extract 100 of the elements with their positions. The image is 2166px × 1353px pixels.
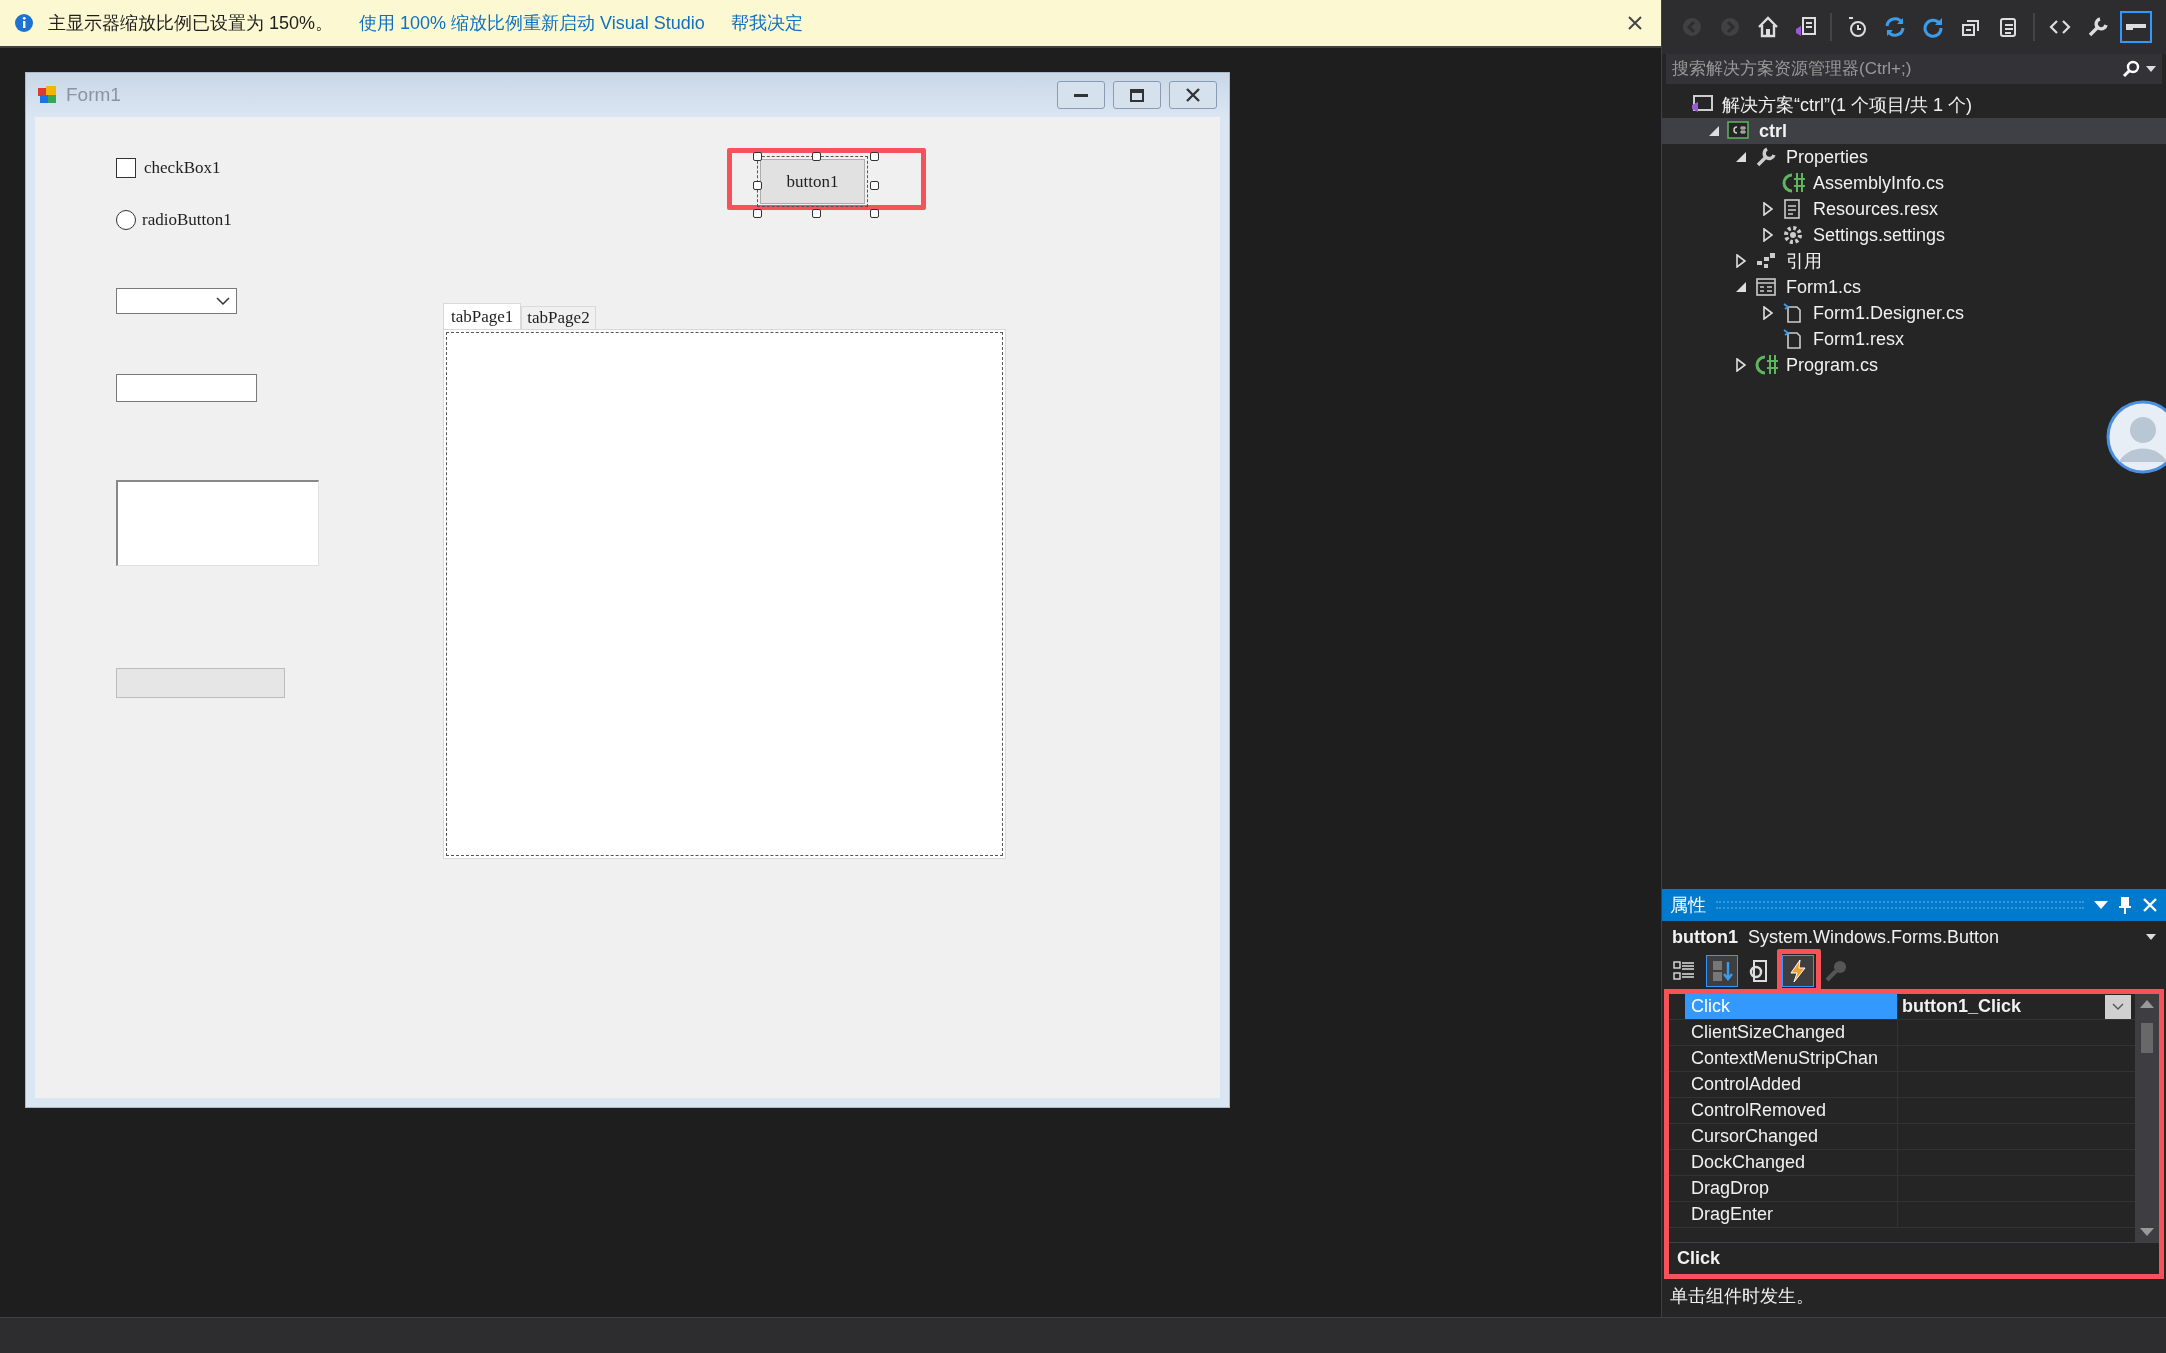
event-name: Click bbox=[1691, 995, 1730, 1018]
scroll-down-icon bbox=[2140, 1228, 2154, 1236]
dropdown-button[interactable] bbox=[2105, 994, 2131, 1019]
chevron-down-icon bbox=[2112, 1002, 2124, 1011]
tree-item[interactable]: Form1.cs bbox=[1662, 274, 2166, 300]
tree-item[interactable]: Properties bbox=[1662, 144, 2166, 170]
resize-handle[interactable] bbox=[753, 152, 762, 161]
resize-handle[interactable] bbox=[811, 152, 821, 161]
description-text: 单击组件时发生。 bbox=[1669, 1285, 1815, 1308]
toolbar-button[interactable] bbox=[2120, 11, 2152, 43]
pin-icon[interactable] bbox=[2118, 896, 2132, 914]
caret-down-icon bbox=[2146, 934, 2156, 940]
scroll-thumb[interactable] bbox=[2141, 1023, 2153, 1053]
event-name: ClientSizeChanged bbox=[1691, 1021, 1846, 1044]
collapsed-arrow-icon[interactable] bbox=[1736, 358, 1746, 372]
event-name: ControlRemoved bbox=[1691, 1099, 1827, 1122]
app-icon bbox=[38, 86, 58, 104]
resize-handle[interactable] bbox=[811, 209, 821, 218]
checkbox[interactable] bbox=[116, 157, 136, 178]
event-name: ContextMenuStripChan bbox=[1691, 1047, 1879, 1070]
scroll-up-icon bbox=[2140, 1000, 2154, 1008]
property-row[interactable]: ControlAdded bbox=[1669, 1072, 2135, 1098]
expanded-arrow-icon[interactable] bbox=[1735, 281, 1747, 293]
sort-alphabetical-icon bbox=[1710, 959, 1734, 983]
object-type: System.Windows.Forms.Button bbox=[1748, 925, 2001, 949]
caret-down-icon[interactable] bbox=[2146, 66, 2156, 72]
dropdown[interactable] bbox=[116, 288, 237, 314]
collapsed-arrow-icon[interactable] bbox=[1763, 202, 1773, 216]
close-button[interactable] bbox=[1169, 81, 1217, 109]
tree-item[interactable]: Resources.resx bbox=[1662, 196, 2166, 222]
event-name: DockChanged bbox=[1691, 1151, 1806, 1174]
list-box[interactable] bbox=[116, 480, 319, 566]
tree-item[interactable]: 解决方案“ctrl”(1 个项目/共 1 个) bbox=[1662, 92, 2166, 118]
close-icon[interactable] bbox=[1627, 15, 1643, 31]
resize-handle[interactable] bbox=[753, 209, 762, 218]
maximize-button[interactable] bbox=[1113, 81, 1161, 109]
wrench-icon bbox=[1754, 145, 1778, 169]
caret-down-icon[interactable] bbox=[2094, 901, 2108, 909]
categorized-icon bbox=[1672, 959, 1696, 983]
event-handler: button1_Click bbox=[1902, 995, 2022, 1018]
tree-item[interactable]: Form1.resx bbox=[1662, 326, 2166, 352]
property-row[interactable]: DockChanged bbox=[1669, 1150, 2135, 1176]
search-icon bbox=[2122, 60, 2140, 78]
form-file-icon bbox=[1754, 275, 1778, 299]
resize-handle[interactable] bbox=[870, 152, 879, 161]
csharp-file-icon bbox=[1781, 171, 1805, 195]
tree-item[interactable]: 引用 bbox=[1662, 248, 2166, 274]
info-message: 主显示器缩放比例已设置为 150%。 bbox=[48, 11, 334, 35]
tree-item[interactable]: Form1.Designer.cs bbox=[1662, 300, 2166, 326]
tab[interactable]: tabPage1 bbox=[443, 303, 522, 329]
gear-icon bbox=[1781, 223, 1805, 247]
scrollbar[interactable] bbox=[2135, 994, 2159, 1242]
input-field[interactable] bbox=[116, 374, 257, 402]
minimize-icon bbox=[1074, 93, 1088, 97]
panel-grip[interactable] bbox=[1716, 901, 2084, 909]
collapsed-arrow-icon[interactable] bbox=[1763, 228, 1773, 242]
collapsed-arrow-icon[interactable] bbox=[1736, 254, 1746, 268]
tree-item[interactable]: ctrl bbox=[1662, 118, 2166, 144]
expanded-arrow-icon[interactable] bbox=[1735, 151, 1747, 163]
property-row[interactable]: ClientSizeChanged bbox=[1669, 1020, 2135, 1046]
property-row[interactable]: ContextMenuStripChan bbox=[1669, 1046, 2135, 1072]
panel-title: 属性 bbox=[1670, 893, 1706, 917]
collapsed-arrow-icon[interactable] bbox=[1763, 306, 1773, 320]
tree-item[interactable]: Program.cs bbox=[1662, 352, 2166, 378]
property-row[interactable]: DragEnter bbox=[1669, 1202, 2135, 1228]
event-name: DragEnter bbox=[1691, 1203, 1774, 1226]
event-name: CursorChanged bbox=[1691, 1125, 1819, 1148]
resize-handle[interactable] bbox=[870, 180, 879, 190]
resize-handle[interactable] bbox=[870, 209, 879, 218]
button[interactable]: button1 bbox=[760, 159, 865, 204]
property-row[interactable]: ControlRemoved bbox=[1669, 1098, 2135, 1124]
document-icon bbox=[1793, 15, 1818, 39]
property-row[interactable]: Click button1_Click bbox=[1669, 994, 2135, 1020]
property-row[interactable]: CursorChanged bbox=[1669, 1124, 2135, 1150]
info-link[interactable]: 帮我决定 bbox=[730, 9, 803, 37]
info-link[interactable]: 使用 100% 缩放比例重新启动 Visual Studio bbox=[359, 9, 705, 37]
checkbox-label: checkBox1 bbox=[144, 157, 221, 179]
avatar-icon[interactable] bbox=[2106, 400, 2166, 474]
form-title: Form1 bbox=[66, 82, 121, 107]
tab[interactable]: tabPage2 bbox=[521, 306, 596, 329]
chevron-down-icon bbox=[216, 296, 230, 306]
toolbar-button[interactable] bbox=[1782, 955, 1814, 987]
event-name: ControlAdded bbox=[1691, 1073, 1802, 1096]
resize-handle[interactable] bbox=[753, 180, 762, 190]
minimize-button[interactable] bbox=[1057, 81, 1105, 109]
expanded-arrow-icon[interactable] bbox=[1708, 125, 1720, 137]
object-name: button1 bbox=[1672, 925, 1738, 949]
object-selector[interactable]: button1 System.Windows.Forms.Button bbox=[1662, 921, 2166, 953]
info-icon bbox=[14, 13, 34, 33]
description-title: Click bbox=[1669, 1242, 2159, 1274]
tree-item[interactable]: AssemblyInfo.cs bbox=[1662, 170, 2166, 196]
event-name: DragDrop bbox=[1691, 1177, 1770, 1200]
property-row[interactable]: DragDrop bbox=[1669, 1176, 2135, 1202]
csharp-file-icon bbox=[1754, 353, 1778, 377]
radio-label: radioButton1 bbox=[142, 209, 232, 231]
tree-item[interactable]: Settings.settings bbox=[1662, 222, 2166, 248]
preview-icon bbox=[2126, 24, 2146, 30]
key-icon bbox=[1824, 959, 1848, 983]
wrench-icon bbox=[2086, 15, 2111, 39]
radio-button[interactable] bbox=[116, 209, 136, 230]
